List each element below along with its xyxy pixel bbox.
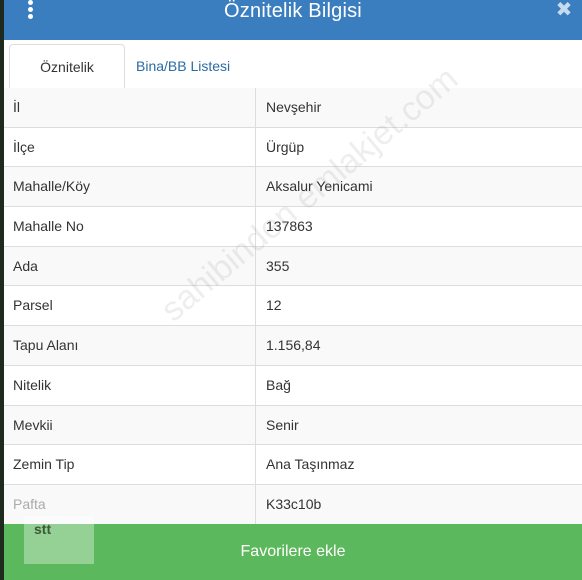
row-label: İl [13, 99, 20, 115]
tab-building-list[interactable]: Bina/BB Listesi [126, 44, 240, 88]
row-value: Ana Taşınmaz [266, 456, 355, 473]
column-divider [255, 167, 256, 207]
column-divider [255, 445, 256, 484]
column-divider [255, 127, 256, 167]
row-value: K33c10b [266, 495, 322, 512]
row-value: 12 [266, 297, 282, 314]
row-label: Parsel [13, 297, 53, 314]
logo-text: stt [34, 521, 52, 537]
row-value: Senir [266, 416, 299, 433]
table-row: Nitelik Bağ [4, 365, 582, 406]
table-row: İlçe Ürgüp [4, 127, 582, 168]
row-value: 137863 [266, 218, 313, 235]
row-label: İlçe [13, 138, 35, 155]
column-divider [255, 405, 256, 445]
row-value: Nevşehir [266, 99, 322, 115]
row-value: Ürgüp [266, 138, 305, 155]
column-divider [255, 365, 256, 405]
table-row: Parsel 12 [4, 286, 582, 327]
row-label: Mevkii [13, 416, 53, 433]
row-label: Mahalle No [13, 218, 84, 235]
row-label: Ada [13, 257, 38, 274]
tab-bar: Öznitelik Bilgisi Bina/BB Listesi [4, 40, 582, 119]
column-divider [255, 286, 256, 326]
tab-attribute-info[interactable]: Öznitelik Bilgisi [9, 44, 125, 119]
row-value: Aksalur Yenicami [266, 178, 373, 195]
close-icon[interactable]: ✖ [554, 0, 574, 22]
row-value: 1.156,84 [266, 337, 321, 354]
table-row: Mevkii Senir [4, 405, 582, 446]
row-label: Zemin Tip [13, 456, 75, 473]
attribute-info-modal: Öznitelik Bilgisi ✖ Öznitelik Bilgisi Bi… [4, 0, 582, 580]
table-row: Mahalle/Köy Aksalur Yenicami [4, 167, 582, 208]
table-row: Zemin Tip Ana Taşınmaz [4, 445, 582, 485]
modal-header: Öznitelik Bilgisi ✖ [4, 0, 582, 40]
table-row: Mahalle No 137863 [4, 207, 582, 247]
modal-title: Öznitelik Bilgisi [224, 0, 362, 22]
column-divider [255, 246, 256, 286]
logo: stt [24, 516, 94, 564]
attribute-table: İl Nevşehir İlçe Ürgüp Mahalle/Köy Aksalur Ye… [4, 88, 582, 525]
column-divider [255, 88, 256, 127]
row-label: Nitelik [13, 376, 52, 393]
row-label: Tapu Alanı [13, 337, 79, 354]
row-label: Mahalle/Köy [13, 178, 91, 195]
table-row: Tapu Alanı 1.156,84 [4, 326, 582, 366]
table-row: Ada 355 [4, 246, 582, 287]
table-row: İl Nevşehir [4, 88, 582, 128]
column-divider [255, 207, 256, 246]
row-value: Bağ [266, 376, 291, 393]
column-divider [255, 326, 256, 365]
row-value: 355 [266, 257, 290, 274]
column-divider [255, 484, 256, 524]
